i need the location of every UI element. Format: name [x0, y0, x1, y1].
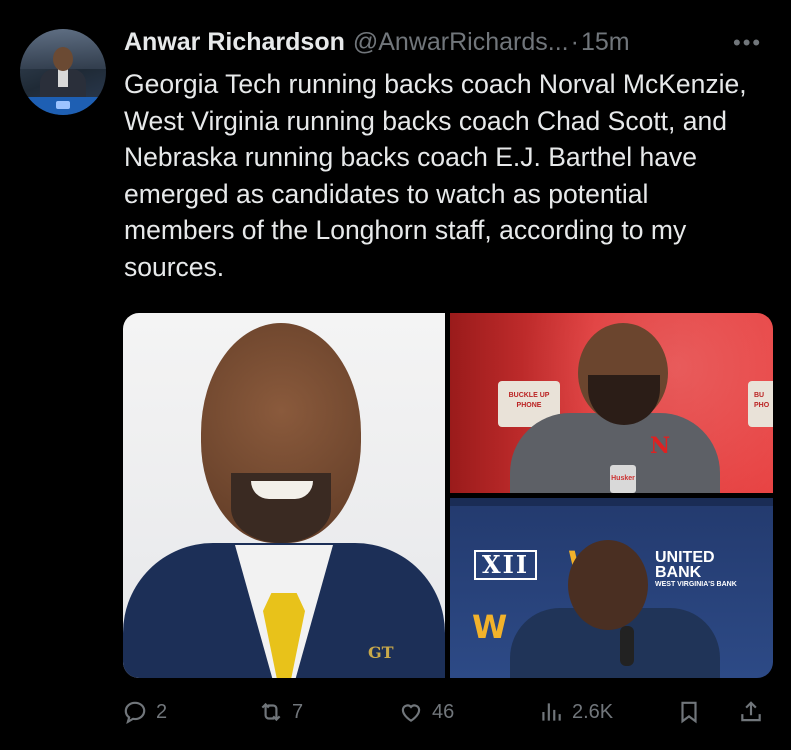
views-button[interactable]: 2.6K — [538, 692, 613, 732]
portrait-smile — [251, 481, 313, 499]
like-count: 46 — [432, 700, 455, 723]
more-options-icon[interactable]: ••• — [733, 30, 762, 56]
views-chart-icon — [542, 703, 561, 721]
media-image-bottom-right[interactable]: XII W W UNITED BANK WEST VIRGINIA'S BANK — [450, 498, 773, 678]
coach-head — [568, 540, 648, 630]
author-avatar[interactable] — [20, 29, 106, 115]
author-handle[interactable]: @AnwarRichards... — [353, 28, 569, 57]
bank-name-line2: BANK — [655, 564, 702, 581]
reply-icon — [124, 701, 146, 725]
wv-logo-bottom: W — [472, 608, 508, 646]
like-button[interactable]: 46 — [398, 692, 454, 732]
tweet-timestamp[interactable]: 15m — [581, 28, 630, 57]
views-count: 2.6K — [572, 700, 614, 723]
repost-icon — [261, 702, 281, 722]
share-icon — [741, 701, 761, 722]
gt-lapel-pin: GT — [368, 643, 394, 662]
big12-logo: XII — [474, 550, 538, 580]
reply-count: 2 — [156, 700, 168, 723]
tweet-action-bar: 2 7 46 2.6K — [0, 692, 791, 732]
united-bank-logo: UNITED BANK WEST VIRGINIA'S BANK — [655, 550, 737, 590]
podium-microphone — [620, 626, 634, 666]
repost-count: 7 — [292, 700, 304, 723]
tweet-header: Anwar Richardson @AnwarRichards... · 15m — [124, 28, 630, 57]
avatar-shirt — [58, 69, 68, 87]
author-name[interactable]: Anwar Richardson — [124, 28, 345, 57]
bookmark-button[interactable] — [676, 692, 702, 732]
tweet-text: Georgia Tech running backs coach Norval … — [124, 69, 747, 282]
microphone-flag: Husker — [610, 465, 636, 493]
repost-button[interactable]: 7 — [258, 692, 303, 732]
heart-icon — [401, 704, 421, 722]
header-separator: · — [570, 28, 579, 56]
reply-button[interactable]: 2 — [122, 692, 167, 732]
nebraska-logo: N — [650, 433, 671, 459]
bank-tagline: WEST VIRGINIA'S BANK — [655, 581, 737, 588]
backdrop-sign-right: BU PHO — [748, 381, 773, 427]
bookmark-icon — [681, 701, 697, 724]
tweet-media-grid: GT BUCKLE UP PHONE BU PHO N Husker XII W… — [123, 313, 773, 678]
media-image-left[interactable]: GT — [123, 313, 445, 678]
avatar-head — [53, 47, 73, 71]
avatar-desk-logo — [56, 101, 70, 109]
media-image-top-right[interactable]: BUCKLE UP PHONE BU PHO N Husker — [450, 313, 773, 493]
backdrop-top-strip — [450, 498, 773, 506]
share-button[interactable] — [738, 692, 764, 732]
